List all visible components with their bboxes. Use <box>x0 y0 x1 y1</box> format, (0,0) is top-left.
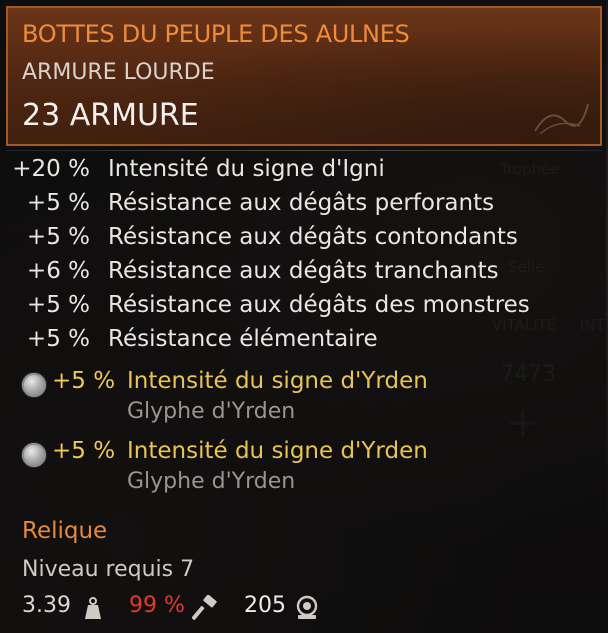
item-armor-value: 23 ARMURE <box>22 98 199 133</box>
stat-label: Résistance aux dégâts tranchants <box>108 258 499 284</box>
item-header: BOTTES DU PEUPLE DES AULNES ARMURE LOURD… <box>6 6 602 146</box>
weight-icon <box>85 597 101 619</box>
glyph-name: Glyphe d'Yrden <box>127 399 296 424</box>
glyph-slot: +5 % Intensité du signe d'Yrden Glyphe d… <box>0 438 600 502</box>
hammer-icon <box>192 595 217 621</box>
stat-label: Intensité du signe d'Igni <box>108 156 385 182</box>
stat-label: Résistance élémentaire <box>108 326 378 352</box>
durability-value: 99 % <box>129 593 185 618</box>
coins-icon <box>296 595 318 619</box>
glyph-bonus-value: +5 % <box>52 368 116 394</box>
glyph-name: Glyphe d'Yrden <box>127 469 296 494</box>
glyph-slot: +5 % Intensité du signe d'Yrden Glyphe d… <box>0 368 600 432</box>
glyph-bonus-value: +5 % <box>52 438 116 464</box>
stat-value: +5 % <box>26 326 90 352</box>
required-level: Niveau requis 7 <box>22 557 195 582</box>
stat-value: +5 % <box>26 224 90 250</box>
stat-value: +20 % <box>12 156 90 182</box>
weight-value: 3.39 <box>22 593 71 618</box>
stat-label: Résistance aux dégâts perforants <box>108 190 495 216</box>
item-footer-stats: 3.39 99 % 205 <box>22 593 592 623</box>
glyph-bonus-label: Intensité du signe d'Yrden <box>127 438 428 464</box>
item-name: BOTTES DU PEUPLE DES AULNES <box>22 20 410 48</box>
item-rarity: Relique <box>22 518 108 544</box>
item-tooltip: BOTTES DU PEUPLE DES AULNES ARMURE LOURD… <box>0 0 606 633</box>
glyph-slot-icon <box>22 373 46 397</box>
item-type: ARMURE LOURDE <box>22 60 215 85</box>
price-value: 205 <box>244 593 286 618</box>
stat-label: Résistance aux dégâts contondants <box>108 224 518 250</box>
stat-value: +5 % <box>26 292 90 318</box>
glyph-bonus-label: Intensité du signe d'Yrden <box>127 368 428 394</box>
stat-label: Résistance aux dégâts des monstres <box>108 292 530 318</box>
ornament-icon <box>534 103 589 135</box>
glyph-slot-icon <box>22 443 46 467</box>
stat-value: +5 % <box>26 190 90 216</box>
stat-value: +6 % <box>26 258 90 284</box>
header-divider <box>6 150 602 151</box>
